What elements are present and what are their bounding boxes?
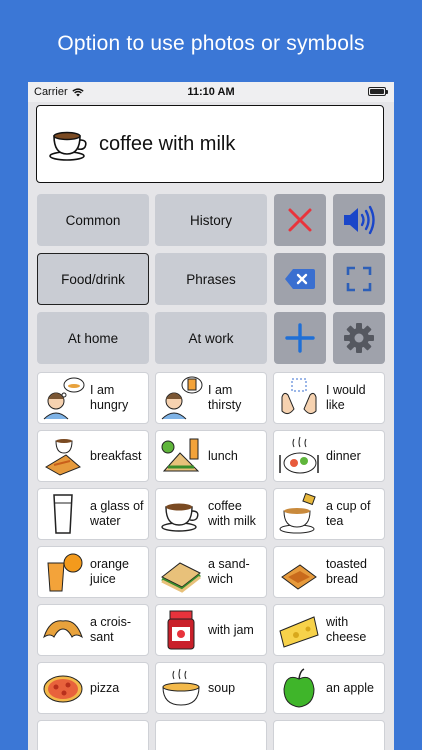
phrase-label: a sand- wich	[208, 557, 250, 586]
category-history-button[interactable]: History	[155, 194, 267, 246]
battery-icon	[368, 87, 388, 96]
phrase-label: coffee with milk	[208, 499, 256, 528]
category-common-button[interactable]: Common	[37, 194, 149, 246]
phrase-label: I am hungry	[90, 383, 129, 412]
phrase-tile-partial[interactable]	[155, 720, 267, 750]
category-label: Phrases	[186, 271, 236, 287]
orange-juice-icon	[47, 553, 83, 592]
add-button[interactable]	[274, 312, 326, 364]
hands-want-icon	[281, 378, 317, 415]
phrase-label: a cup of tea	[326, 499, 371, 528]
phrase-label: orange juice	[90, 557, 129, 586]
phrase-tile-sandwich[interactable]: a sand- wich	[155, 546, 267, 598]
sandwich-icon	[161, 562, 201, 593]
speak-button[interactable]	[333, 194, 385, 246]
phrase-tile-croissant[interactable]: a crois- sant	[37, 604, 149, 656]
clear-button[interactable]	[274, 194, 326, 246]
phrase-tile-with-jam[interactable]: with jam	[155, 604, 267, 656]
phrase-label: soup	[208, 680, 236, 695]
category-food-drink-button[interactable]: Food/drink	[37, 253, 149, 305]
phrase-label: lunch	[208, 448, 238, 463]
phrase-label: I would like	[326, 383, 366, 412]
phrase-tile-orange-juice[interactable]: orange juice	[37, 546, 149, 598]
message-text: coffee with milk	[99, 132, 236, 155]
phrase-tile-glass-of-water[interactable]: a glass of water	[37, 488, 149, 540]
promo-banner-title: Option to use photos or symbols	[57, 32, 365, 55]
category-label: At home	[67, 330, 119, 346]
phrase-tile-coffee-with-milk[interactable]: coffee with milk	[155, 488, 267, 540]
phrase-tile-i-am-hungry[interactable]: I am hungry	[37, 372, 149, 424]
phrase-label: with jam	[208, 622, 254, 637]
phrase-tile-soup[interactable]: soup	[155, 662, 267, 714]
phrase-tile-partial[interactable]	[37, 720, 149, 750]
breakfast-icon	[45, 439, 81, 476]
backspace-button[interactable]	[274, 253, 326, 305]
phrase-label: toasted bread	[326, 557, 368, 586]
apple-icon	[283, 668, 315, 708]
phrase-label: a glass of water	[90, 499, 144, 528]
phrase-tile-pizza[interactable]: pizza	[37, 662, 149, 714]
phrase-tile-breakfast[interactable]: breakfast	[37, 430, 149, 482]
category-phrases-button[interactable]: Phrases	[155, 253, 267, 305]
phrase-tile-i-would-like[interactable]: I would like	[273, 372, 385, 424]
category-label: History	[189, 212, 232, 228]
cheese-icon	[279, 616, 319, 648]
jam-jar-icon	[167, 610, 195, 650]
phrase-label: I am thirsty	[208, 383, 242, 412]
toast-icon	[281, 564, 317, 590]
hungry-person-icon	[43, 377, 85, 420]
backspace-icon	[285, 269, 315, 289]
phrase-label: an apple	[326, 680, 374, 695]
fullscreen-button[interactable]	[333, 253, 385, 305]
category-label: Food/drink	[61, 271, 125, 287]
soup-bowl-icon	[162, 668, 200, 706]
phrase-tile-apple[interactable]: an apple	[273, 662, 385, 714]
phrase-tile-lunch[interactable]: lunch	[155, 430, 267, 482]
settings-button[interactable]	[333, 312, 385, 364]
category-at-home-button[interactable]: At home	[37, 312, 149, 364]
phrase-tile-i-am-thirsty[interactable]: I am thirsty	[155, 372, 267, 424]
lunch-icon	[161, 438, 200, 472]
phrase-label: with cheese	[326, 615, 367, 644]
coffee-cup-icon	[161, 503, 199, 532]
plus-icon	[285, 323, 315, 353]
category-label: Common	[65, 212, 121, 228]
phrase-label: breakfast	[90, 448, 142, 463]
phrase-tile-cup-of-tea[interactable]: a cup of tea	[273, 488, 385, 540]
category-label: At work	[188, 330, 234, 346]
phrase-tile-with-cheese[interactable]: with cheese	[273, 604, 385, 656]
phrase-tile-partial[interactable]	[273, 720, 385, 750]
fullscreen-icon	[346, 266, 372, 292]
phrase-label: pizza	[90, 680, 120, 695]
teacup-icon	[279, 492, 316, 534]
pizza-icon	[43, 675, 83, 703]
phrase-tile-dinner[interactable]: dinner	[273, 430, 385, 482]
speaker-icon	[344, 205, 375, 235]
message-bar[interactable]: coffee with milk	[36, 105, 384, 183]
phrase-label: dinner	[326, 448, 361, 463]
gear-icon	[344, 323, 374, 353]
phrase-tile-toasted-bread[interactable]: toasted bread	[273, 546, 385, 598]
app-screen: Carrier 11:10 AM coffee with milk Common…	[28, 82, 394, 750]
dinner-icon	[279, 436, 319, 474]
croissant-icon	[43, 620, 83, 639]
coffee-cup-icon	[49, 131, 87, 161]
category-at-work-button[interactable]: At work	[155, 312, 267, 364]
clock: 11:10 AM	[187, 86, 235, 98]
thirsty-person-icon	[161, 376, 203, 420]
status-bar: Carrier 11:10 AM	[28, 82, 394, 102]
phrase-label: a crois- sant	[90, 615, 131, 644]
clear-x-icon	[288, 208, 312, 232]
glass-of-water-icon	[53, 494, 73, 534]
